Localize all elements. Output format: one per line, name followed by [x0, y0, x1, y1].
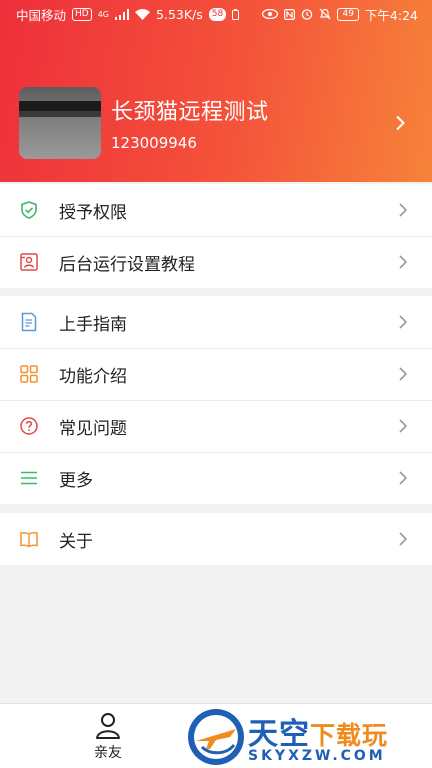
mute-icon [320, 8, 331, 20]
chevron-right-icon [396, 315, 410, 329]
menu-item-about[interactable]: 关于 [0, 513, 432, 565]
shield-check-icon [18, 199, 40, 221]
menu-item-label: 关于 [59, 531, 93, 552]
chevron-right-icon [396, 367, 410, 381]
settings-group-2: 上手指南 功能介绍 常见问题 更多 [0, 296, 432, 504]
menu-item-label: 功能介绍 [59, 366, 127, 387]
chevron-right-icon [396, 255, 410, 269]
menu-item-more[interactable]: 更多 [0, 452, 432, 504]
battery-saver-icon [232, 8, 240, 20]
menu-item-label: 上手指南 [59, 314, 127, 335]
chevron-right-icon [396, 532, 410, 546]
tab-friends[interactable]: 亲友 [80, 710, 136, 762]
nfc-icon [284, 8, 296, 20]
avatar[interactable] [19, 87, 101, 159]
watermark-title: 天空下载玩 [248, 717, 389, 752]
hd-badge: HD [72, 7, 92, 21]
signal-icon [115, 8, 130, 20]
chevron-right-icon [396, 203, 410, 217]
guide-document-icon [18, 311, 40, 333]
grid-icon [18, 363, 40, 385]
settings-group-1: 授予权限 后台运行设置教程 [0, 184, 432, 288]
menu-item-features[interactable]: 功能介绍 [0, 348, 432, 400]
site-watermark: 天空下载玩 SKYXZW.COM [186, 705, 432, 768]
profile-id: 123009946 [111, 134, 197, 152]
profile-name: 长颈猫远程测试 [111, 100, 269, 125]
chevron-right-icon [396, 471, 410, 485]
watermark-subtitle: SKYXZW.COM [248, 748, 386, 764]
menu-item-getting-started[interactable]: 上手指南 [0, 296, 432, 348]
menu-lines-icon [18, 467, 40, 489]
battery-icon: 49 [337, 7, 359, 21]
app-notification-badge: 58 [208, 7, 227, 21]
network-type: 4G [97, 9, 110, 19]
eye-icon [262, 9, 279, 19]
background-run-icon [18, 251, 40, 273]
question-circle-icon [18, 415, 40, 437]
wifi-icon [135, 8, 151, 20]
person-icon [96, 713, 120, 739]
status-bar: 中国移动 HD 4G 5.53K/s 58 49 下午4:24 [0, 0, 432, 28]
clock: 下午4:24 [364, 7, 418, 23]
menu-item-background-run-tutorial[interactable]: 后台运行设置教程 [0, 236, 432, 288]
network-speed: 5.53K/s [156, 6, 203, 22]
profile-card[interactable]: 长颈猫远程测试 123009946 [19, 86, 414, 160]
menu-item-label: 后台运行设置教程 [59, 254, 195, 275]
settings-group-3: 关于 [0, 513, 432, 565]
menu-item-faq[interactable]: 常见问题 [0, 400, 432, 452]
profile-header: 中国移动 HD 4G 5.53K/s 58 49 下午4:24 长颈猫远程测试 … [0, 0, 432, 182]
carrier-label: 中国移动 [16, 7, 67, 23]
alarm-icon [302, 9, 313, 20]
menu-item-label: 授予权限 [59, 202, 127, 223]
menu-item-grant-permissions[interactable]: 授予权限 [0, 184, 432, 236]
menu-item-label: 常见问题 [59, 418, 127, 439]
watermark-logo-icon [188, 709, 244, 765]
chevron-right-icon [390, 113, 410, 133]
book-icon [18, 528, 40, 550]
menu-item-label: 更多 [59, 470, 93, 491]
chevron-right-icon [396, 419, 410, 433]
tab-friends-label: 亲友 [94, 745, 122, 761]
